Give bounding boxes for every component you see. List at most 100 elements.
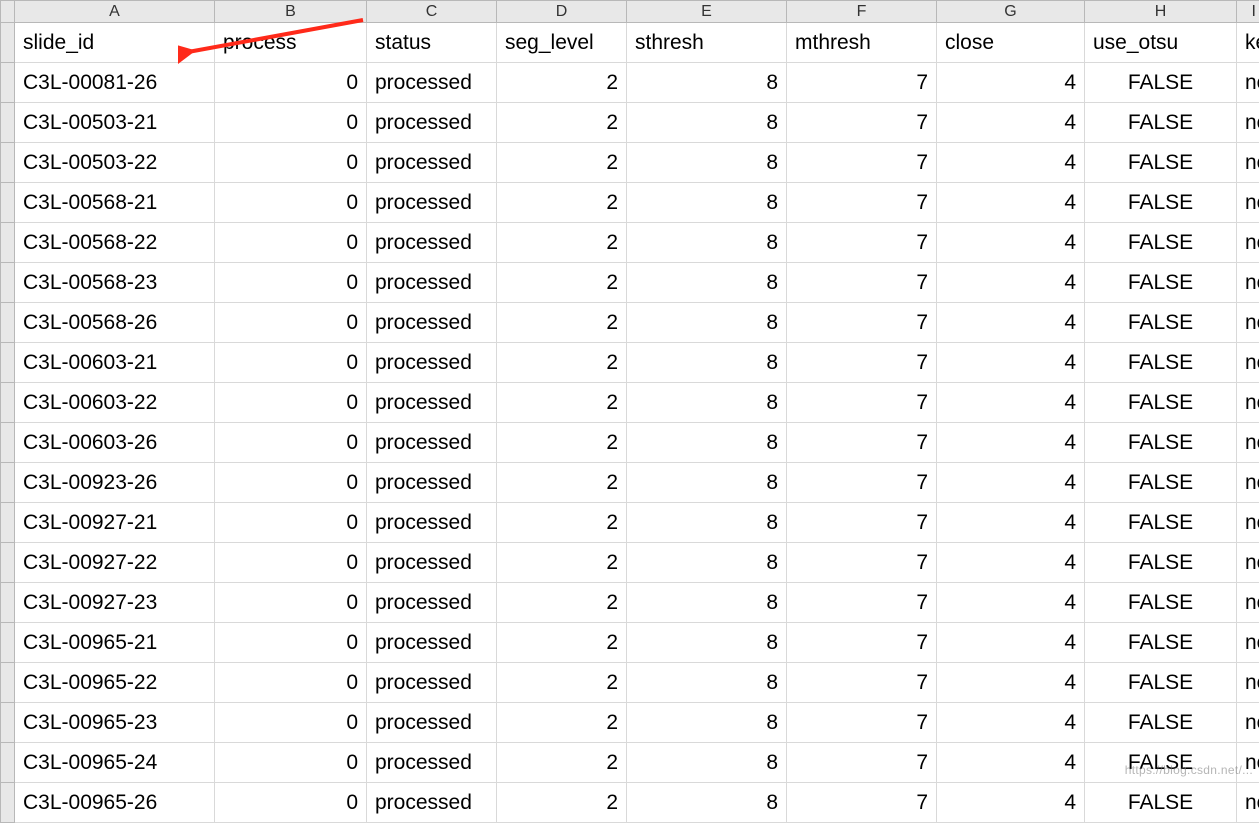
cell[interactable]: 4 (937, 263, 1085, 303)
row-header[interactable] (1, 383, 15, 423)
cell[interactable]: 8 (627, 583, 787, 623)
cell[interactable]: 2 (497, 263, 627, 303)
cell[interactable]: FALSE (1085, 303, 1237, 343)
cell[interactable]: 0 (215, 583, 367, 623)
cell[interactable]: 4 (937, 103, 1085, 143)
cell[interactable]: processed (367, 263, 497, 303)
cell[interactable]: C3L-00923-26 (15, 463, 215, 503)
cell[interactable]: processed (367, 383, 497, 423)
cell[interactable]: 8 (627, 103, 787, 143)
cell[interactable]: C3L-00503-21 (15, 103, 215, 143)
cell[interactable]: 8 (627, 503, 787, 543)
cell[interactable]: 7 (787, 743, 937, 783)
col-header-B[interactable]: B (215, 1, 367, 23)
cell[interactable]: 8 (627, 383, 787, 423)
cell[interactable]: FALSE (1085, 63, 1237, 103)
header-cell-F[interactable]: mthresh (787, 23, 937, 63)
cell[interactable]: 0 (215, 663, 367, 703)
cell[interactable]: 7 (787, 303, 937, 343)
cell[interactable]: 4 (937, 583, 1085, 623)
cell[interactable]: 0 (215, 503, 367, 543)
cell[interactable]: 7 (787, 63, 937, 103)
cell[interactable]: 0 (215, 223, 367, 263)
cell[interactable]: 2 (497, 543, 627, 583)
row-header[interactable] (1, 223, 15, 263)
cell[interactable]: 8 (627, 463, 787, 503)
cell[interactable]: C3L-00965-26 (15, 783, 215, 823)
cell[interactable]: 4 (937, 543, 1085, 583)
cell[interactable]: 7 (787, 703, 937, 743)
cell[interactable]: C3L-00603-26 (15, 423, 215, 463)
cell[interactable]: C3L-00603-21 (15, 343, 215, 383)
cell[interactable]: 8 (627, 623, 787, 663)
cell[interactable]: processed (367, 223, 497, 263)
cell[interactable]: processed (367, 623, 497, 663)
cell[interactable]: 8 (627, 263, 787, 303)
cell[interactable]: C3L-00927-22 (15, 543, 215, 583)
cell[interactable]: 7 (787, 263, 937, 303)
cell[interactable]: 2 (497, 743, 627, 783)
cell[interactable]: 0 (215, 183, 367, 223)
cell[interactable]: C3L-00081-26 (15, 63, 215, 103)
cell[interactable]: 7 (787, 383, 937, 423)
cell[interactable]: C3L-00568-23 (15, 263, 215, 303)
col-header-H[interactable]: H (1085, 1, 1237, 23)
cell[interactable]: 8 (627, 183, 787, 223)
cell[interactable]: 4 (937, 63, 1085, 103)
cell[interactable]: 0 (215, 383, 367, 423)
cell[interactable]: FALSE (1085, 223, 1237, 263)
cell[interactable]: 8 (627, 783, 787, 823)
header-cell-E[interactable]: sthresh (627, 23, 787, 63)
cell[interactable]: 4 (937, 343, 1085, 383)
col-header-I[interactable]: I (1237, 1, 1259, 23)
cell[interactable]: 8 (627, 743, 787, 783)
cell[interactable]: 2 (497, 183, 627, 223)
cell[interactable]: processed (367, 743, 497, 783)
cell[interactable]: processed (367, 343, 497, 383)
cell[interactable]: FALSE (1085, 263, 1237, 303)
cell[interactable]: 7 (787, 503, 937, 543)
corner-cell[interactable] (1, 1, 15, 23)
cell[interactable]: no (1237, 503, 1259, 543)
cell[interactable]: 8 (627, 223, 787, 263)
col-header-A[interactable]: A (15, 1, 215, 23)
row-header[interactable] (1, 143, 15, 183)
cell[interactable]: 2 (497, 423, 627, 463)
cell[interactable]: FALSE (1085, 383, 1237, 423)
cell[interactable]: FALSE (1085, 463, 1237, 503)
cell[interactable]: C3L-00927-23 (15, 583, 215, 623)
cell[interactable]: no (1237, 143, 1259, 183)
cell[interactable]: no (1237, 223, 1259, 263)
row-header[interactable] (1, 703, 15, 743)
cell[interactable]: 0 (215, 743, 367, 783)
cell[interactable]: 0 (215, 423, 367, 463)
cell[interactable]: 7 (787, 543, 937, 583)
cell[interactable]: processed (367, 63, 497, 103)
cell[interactable]: 8 (627, 543, 787, 583)
row-header[interactable] (1, 423, 15, 463)
row-header[interactable] (1, 583, 15, 623)
cell[interactable]: 4 (937, 423, 1085, 463)
cell[interactable]: processed (367, 103, 497, 143)
cell[interactable]: 2 (497, 463, 627, 503)
row-header[interactable] (1, 263, 15, 303)
cell[interactable]: 2 (497, 143, 627, 183)
row-header[interactable] (1, 303, 15, 343)
cell[interactable]: 2 (497, 63, 627, 103)
cell[interactable]: processed (367, 303, 497, 343)
cell[interactable]: FALSE (1085, 583, 1237, 623)
cell[interactable]: 2 (497, 343, 627, 383)
cell[interactable]: 4 (937, 183, 1085, 223)
cell[interactable]: 8 (627, 63, 787, 103)
cell[interactable]: 2 (497, 703, 627, 743)
col-header-D[interactable]: D (497, 1, 627, 23)
cell[interactable]: no (1237, 783, 1259, 823)
cell[interactable]: 4 (937, 783, 1085, 823)
cell[interactable]: FALSE (1085, 143, 1237, 183)
cell[interactable]: 0 (215, 623, 367, 663)
col-header-E[interactable]: E (627, 1, 787, 23)
cell[interactable]: FALSE (1085, 343, 1237, 383)
cell[interactable]: FALSE (1085, 503, 1237, 543)
cell[interactable]: no (1237, 583, 1259, 623)
cell[interactable]: 8 (627, 703, 787, 743)
